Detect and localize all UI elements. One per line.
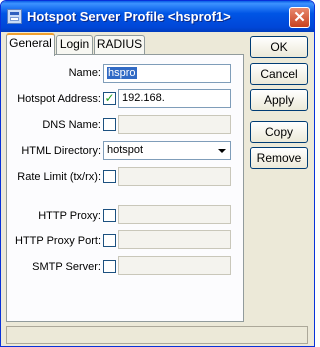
dns-name-checkbox[interactable] bbox=[103, 118, 116, 131]
general-tab-panel: Name: hspro Hotspot Address: ✓ 192.168. … bbox=[6, 54, 244, 322]
dialog-window: Hotspot Server Profile <hsprof1> ✕ Gener… bbox=[0, 0, 315, 347]
cancel-button[interactable]: Cancel bbox=[250, 63, 308, 85]
tab-login[interactable]: Login bbox=[56, 35, 93, 54]
http-proxy-port-checkbox[interactable] bbox=[103, 234, 116, 247]
http-proxy-field[interactable] bbox=[118, 205, 231, 224]
name-label: Name: bbox=[68, 67, 101, 79]
html-directory-value: hotspot bbox=[107, 144, 144, 156]
http-proxy-port-field[interactable] bbox=[118, 230, 231, 249]
rate-limit-field[interactable] bbox=[118, 167, 231, 186]
title-bar[interactable]: Hotspot Server Profile <hsprof1> ✕ bbox=[1, 1, 314, 32]
smtp-server-field[interactable] bbox=[118, 256, 231, 275]
html-directory-select[interactable]: hotspot bbox=[103, 141, 231, 160]
name-value: hspro bbox=[107, 67, 137, 79]
ok-button[interactable]: OK bbox=[250, 36, 308, 58]
status-bar bbox=[6, 326, 308, 344]
rate-limit-checkbox[interactable] bbox=[103, 170, 116, 183]
chevron-down-icon[interactable] bbox=[214, 143, 229, 158]
html-directory-label: HTML Directory: bbox=[21, 145, 101, 157]
apply-button[interactable]: Apply bbox=[250, 89, 308, 111]
http-proxy-port-label: HTTP Proxy Port: bbox=[15, 235, 101, 247]
tab-general[interactable]: General bbox=[6, 33, 55, 56]
http-proxy-label: HTTP Proxy: bbox=[38, 210, 101, 222]
dns-name-label: DNS Name: bbox=[42, 119, 101, 131]
rate-limit-label: Rate Limit (tx/rx): bbox=[17, 171, 101, 183]
smtp-server-checkbox[interactable] bbox=[103, 260, 116, 273]
name-field[interactable]: hspro bbox=[103, 64, 231, 83]
window-app-icon bbox=[7, 9, 22, 24]
tab-radius[interactable]: RADIUS bbox=[94, 35, 145, 54]
smtp-server-label: SMTP Server: bbox=[32, 261, 101, 273]
copy-button[interactable]: Copy bbox=[250, 121, 308, 143]
close-icon[interactable]: ✕ bbox=[289, 7, 310, 28]
remove-button[interactable]: Remove bbox=[250, 147, 308, 169]
hotspot-address-label: Hotspot Address: bbox=[17, 93, 101, 105]
http-proxy-checkbox[interactable] bbox=[103, 209, 116, 222]
hotspot-address-field[interactable]: 192.168. bbox=[118, 89, 231, 108]
window-title: Hotspot Server Profile <hsprof1> bbox=[27, 9, 231, 24]
dns-name-field[interactable] bbox=[118, 115, 231, 134]
hotspot-address-checkbox[interactable]: ✓ bbox=[103, 92, 116, 105]
